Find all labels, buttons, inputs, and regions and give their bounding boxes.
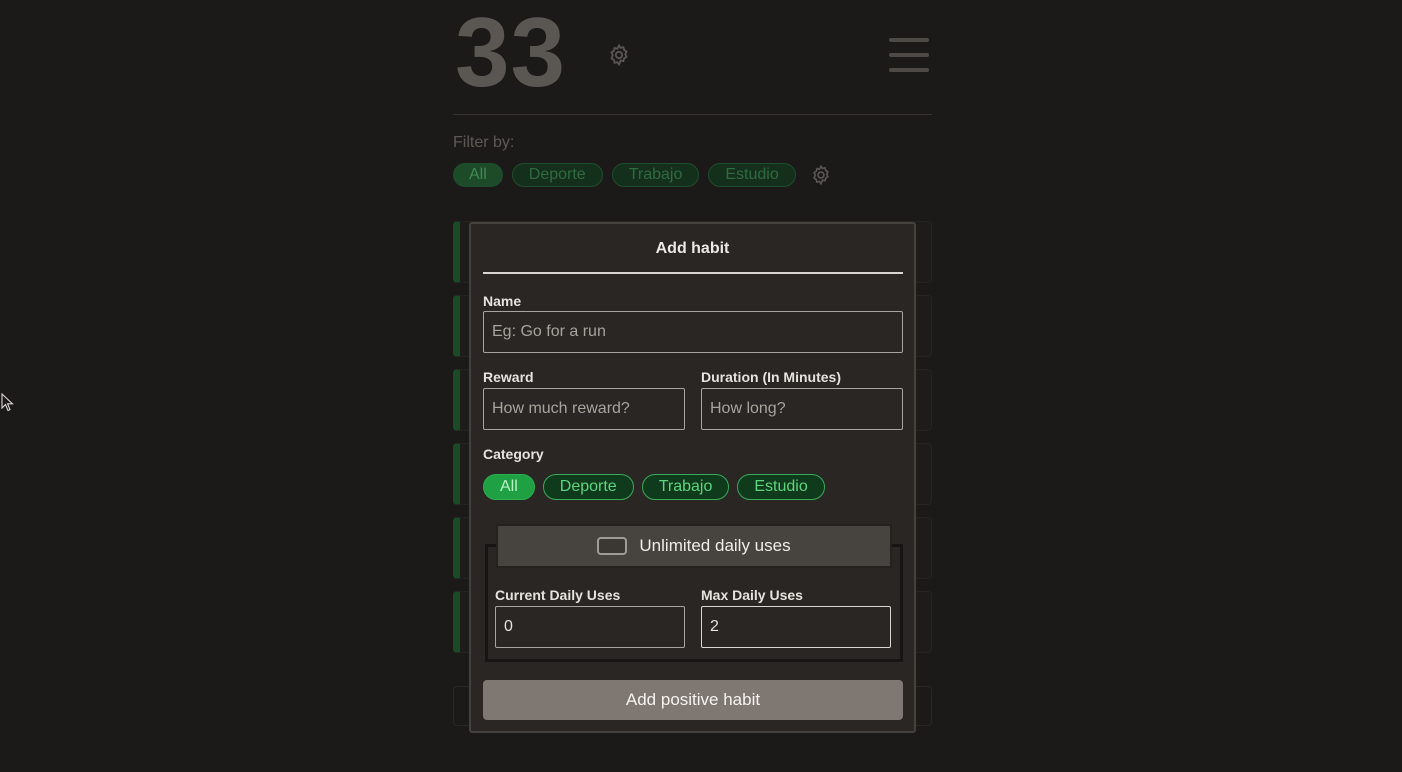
duration-label: Duration (In Minutes): [701, 369, 841, 385]
gear-icon[interactable]: [607, 43, 631, 67]
unlimited-uses-toggle-button[interactable]: Unlimited daily uses: [496, 524, 892, 568]
current-uses-label: Current Daily Uses: [495, 587, 621, 603]
unlimited-label: Unlimited daily uses: [639, 536, 791, 555]
category-pill-deporte[interactable]: Deporte: [542, 474, 634, 500]
hamburger-menu-icon[interactable]: [889, 38, 929, 74]
filter-pill-trabajo[interactable]: Trabajo: [611, 163, 700, 187]
mouse-cursor-icon: [1, 393, 14, 412]
category-selector: All Deporte Trabajo Estudio: [483, 474, 825, 500]
duration-input[interactable]: [701, 388, 903, 430]
category-pill-estudio[interactable]: Estudio: [737, 474, 825, 500]
filter-pill-all[interactable]: All: [453, 163, 503, 187]
max-uses-input[interactable]: [701, 606, 891, 648]
filter-settings-gear-icon[interactable]: [810, 164, 832, 186]
max-uses-label: Max Daily Uses: [701, 587, 803, 603]
category-pill-all[interactable]: All: [483, 474, 535, 500]
filter-pill-deporte[interactable]: Deporte: [511, 163, 603, 187]
filter-pill-estudio[interactable]: Estudio: [708, 163, 796, 187]
unlimited-checkbox[interactable]: [597, 537, 628, 555]
add-habit-modal: Add habit Name Reward Duration (In Minut…: [469, 222, 916, 733]
current-uses-input[interactable]: [495, 606, 685, 648]
add-positive-habit-button[interactable]: Add positive habit: [483, 680, 903, 720]
name-input[interactable]: [483, 311, 903, 353]
modal-title-divider: [483, 272, 903, 274]
reward-label: Reward: [483, 369, 534, 385]
hamburger-line: [889, 38, 929, 42]
name-label: Name: [483, 293, 522, 309]
filter-bar: All Deporte Trabajo Estudio: [453, 163, 829, 187]
hamburger-line: [889, 53, 929, 57]
category-pill-trabajo[interactable]: Trabajo: [641, 474, 730, 500]
filter-label: Filter by:: [453, 134, 515, 151]
modal-title: Add habit: [655, 240, 730, 257]
reward-input[interactable]: [483, 388, 685, 430]
header-divider: [453, 114, 932, 115]
category-label: Category: [483, 446, 544, 462]
score-counter: 33: [455, 0, 567, 107]
hamburger-line: [889, 68, 929, 72]
